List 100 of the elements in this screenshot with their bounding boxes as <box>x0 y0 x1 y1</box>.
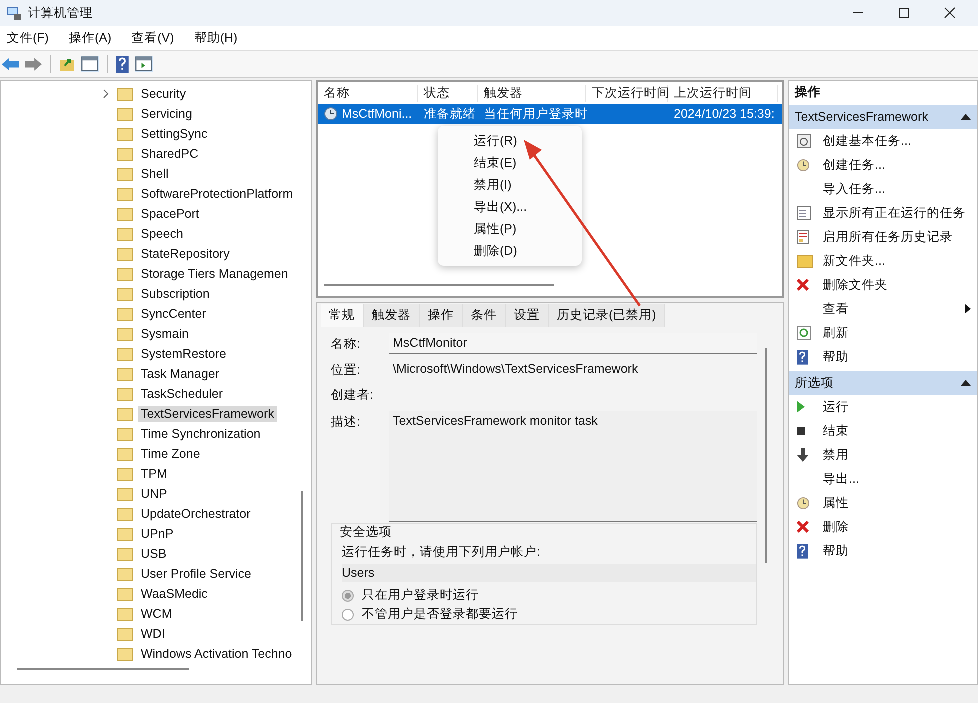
maximize-icon[interactable] <box>898 7 910 19</box>
help-icon <box>797 544 808 558</box>
tree-item[interactable]: UpdateOrchestrator <box>138 506 254 522</box>
tree-item[interactable]: Subscription <box>138 286 213 302</box>
field-label: 名称: <box>331 336 362 353</box>
column-header[interactable]: 上次运行时间 <box>668 84 778 102</box>
log-icon <box>797 230 809 244</box>
column-header[interactable]: 名称 <box>318 84 418 102</box>
tree-item[interactable]: SharedPC <box>138 146 202 162</box>
tree-item[interactable]: WaaSMedic <box>138 586 211 602</box>
tree-item[interactable]: Storage Tiers Managemen <box>138 266 292 282</box>
scrollbar[interactable] <box>301 491 303 621</box>
menu-item[interactable]: 查看(V) <box>128 28 178 48</box>
tree-item[interactable]: Speech <box>138 226 186 242</box>
radio-button[interactable] <box>342 608 354 620</box>
tree-item[interactable]: USB <box>138 546 170 562</box>
action-item[interactable]: 结束 <box>789 419 977 443</box>
section-header[interactable]: TextServicesFramework <box>789 105 977 129</box>
tree-item[interactable]: WCM <box>138 606 176 622</box>
menu-item[interactable]: 删除(D) <box>438 240 582 262</box>
table-cell-text: MsCtfMoni... <box>342 107 414 121</box>
tree-item[interactable]: SpacePort <box>138 206 202 222</box>
column-header[interactable]: 下次运行时间 <box>586 84 668 102</box>
folder-icon <box>117 467 133 481</box>
triangle-up-icon[interactable] <box>961 114 971 120</box>
field-label: 创建者: <box>331 387 374 404</box>
tab[interactable]: 条件 <box>463 304 506 327</box>
tree-item[interactable]: Task Manager <box>138 366 223 382</box>
tree-item[interactable]: TextServicesFramework <box>138 406 278 422</box>
menu-item[interactable]: 帮助(H) <box>191 28 241 48</box>
tree-item[interactable]: Time Synchronization <box>138 426 264 442</box>
help-icon[interactable] <box>116 56 129 72</box>
menu-item[interactable]: 运行(R) <box>438 130 582 152</box>
radio-label: 不管用户是否登录都要运行 <box>362 606 518 623</box>
tree-item[interactable]: Security <box>138 86 190 102</box>
back-arrow-icon[interactable] <box>2 58 19 70</box>
action-item[interactable]: 创建基本任务... <box>789 129 977 153</box>
tree-item[interactable]: WDI <box>138 626 168 642</box>
action-item[interactable]: 帮助 <box>789 539 977 563</box>
triangle-up-icon[interactable] <box>961 380 971 386</box>
action-item[interactable]: 运行 <box>789 395 977 419</box>
tree-item[interactable]: SystemRestore <box>138 346 230 362</box>
menu-item[interactable]: 结束(E) <box>438 152 582 174</box>
action-item[interactable]: 禁用 <box>789 443 977 467</box>
folder-icon <box>117 347 133 361</box>
tree-item[interactable]: UNP <box>138 486 170 502</box>
action-item[interactable]: 导出... <box>789 467 977 491</box>
tree-item[interactable]: SoftwareProtectionPlatform <box>138 186 296 202</box>
radio-button[interactable] <box>342 590 354 602</box>
section-title: TextServicesFramework <box>795 110 928 124</box>
action-item[interactable]: 删除 <box>789 515 977 539</box>
tree-item[interactable]: Shell <box>138 166 172 182</box>
menu-item[interactable]: 属性(P) <box>438 218 582 240</box>
folder-icon <box>117 227 133 241</box>
pane-toggle-icon[interactable] <box>81 56 99 72</box>
action-item[interactable]: 帮助 <box>789 345 977 369</box>
action-item[interactable]: 查看 <box>789 297 977 321</box>
tree-item[interactable]: Servicing <box>138 106 196 122</box>
tree-item[interactable]: StateRepository <box>138 246 233 262</box>
tab[interactable]: 操作 <box>420 304 463 327</box>
stop-icon <box>797 427 805 435</box>
tree-item[interactable]: TPM <box>138 466 170 482</box>
menu-item[interactable]: 导出(X)... <box>438 196 582 218</box>
table-row[interactable]: MsCtfMoni... 准备就绪 当任何用户登录时 2024/10/23 15:39: <box>318 104 782 124</box>
tree-item[interactable]: SyncCenter <box>138 306 210 322</box>
close-icon[interactable] <box>944 7 956 19</box>
tree-item[interactable]: SettingSync <box>138 126 211 142</box>
tab[interactable]: 触发器 <box>364 304 420 327</box>
tab[interactable]: 历史记录(已禁用) <box>549 304 666 327</box>
column-header[interactable]: 触发器 <box>478 84 586 102</box>
folder-up-icon[interactable] <box>59 56 75 72</box>
scrollbar[interactable] <box>17 668 189 670</box>
tree-item[interactable]: Windows Activation Techno <box>138 646 296 662</box>
scrollbar[interactable] <box>324 284 554 286</box>
section-header[interactable]: 所选项 <box>789 371 977 395</box>
action-item[interactable]: 创建任务... <box>789 153 977 177</box>
tab[interactable]: 设置 <box>506 304 549 327</box>
calendar-icon <box>797 134 811 148</box>
action-item[interactable]: 删除文件夹 <box>789 273 977 297</box>
action-item[interactable]: 导入任务... <box>789 177 977 201</box>
action-item[interactable]: 新文件夹... <box>789 249 977 273</box>
description-field[interactable]: TextServicesFramework monitor task <box>389 411 757 522</box>
action-item[interactable]: 显示所有正在运行的任务 <box>789 201 977 225</box>
menu-item[interactable]: 操作(A) <box>66 28 115 48</box>
tree-item[interactable]: Sysmain <box>138 326 192 342</box>
tree-item[interactable]: Time Zone <box>138 446 204 462</box>
scrollbar[interactable] <box>765 348 767 563</box>
tree-item[interactable]: UPnP <box>138 526 177 542</box>
action-item[interactable]: 属性 <box>789 491 977 515</box>
menu-item[interactable]: 禁用(I) <box>438 174 582 196</box>
tree-item[interactable]: TaskScheduler <box>138 386 226 402</box>
menu-item[interactable]: 文件(F) <box>4 28 52 48</box>
tab[interactable]: 常规 <box>321 304 364 327</box>
pane-toggle-icon[interactable] <box>135 56 153 72</box>
forward-arrow-icon[interactable] <box>25 58 42 70</box>
chevron-right-icon[interactable] <box>102 89 110 99</box>
action-item[interactable]: 刷新 <box>789 321 977 345</box>
tree-item[interactable]: User Profile Service <box>138 566 254 582</box>
column-header[interactable]: 状态 <box>418 84 478 102</box>
action-item[interactable]: 启用所有任务历史记录 <box>789 225 977 249</box>
